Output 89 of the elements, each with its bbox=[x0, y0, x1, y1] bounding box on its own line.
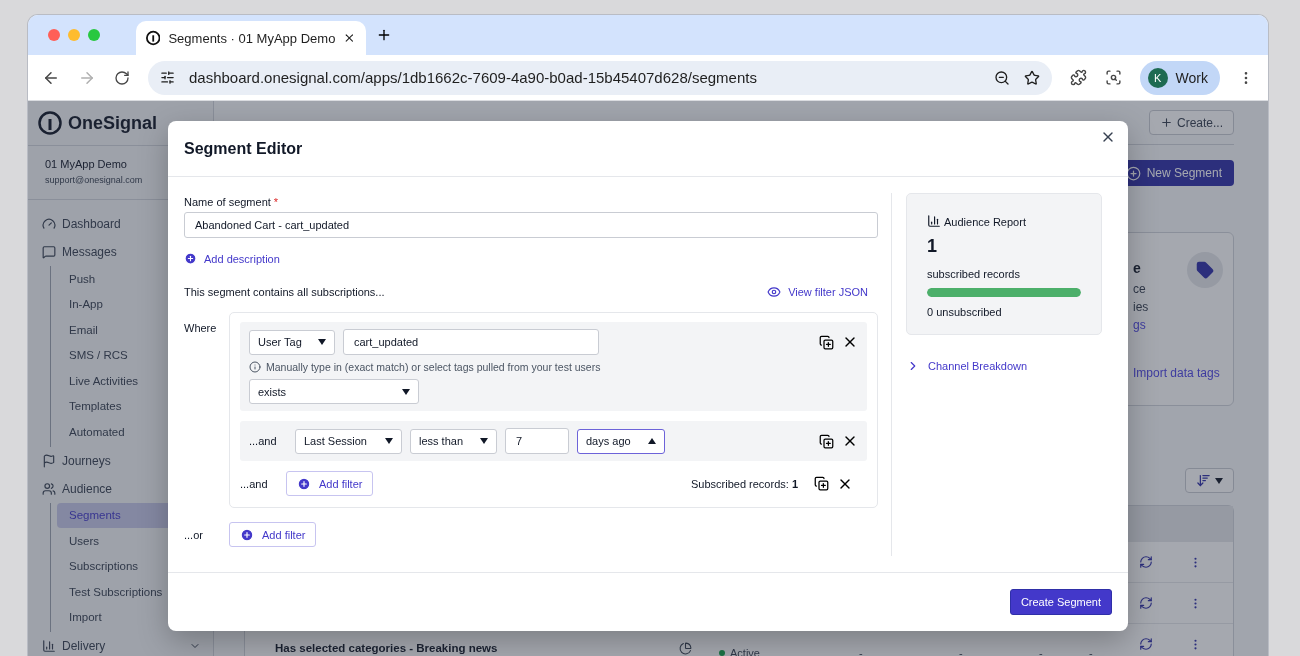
plus-circle-icon bbox=[240, 527, 254, 542]
create-segment-button[interactable]: Create Segment bbox=[1009, 589, 1112, 615]
address-bar[interactable]: dashboard.onesignal.com/apps/1db1662c-7609-4a90-b0ad-15b45407d628/segments bbox=[148, 60, 1052, 95]
field-label: Name of segment bbox=[184, 196, 271, 208]
dropdown[interactable]: Last Session bbox=[295, 428, 402, 454]
plus-circle-icon bbox=[297, 476, 311, 491]
unsubscribed-label: 0 unsubscribed bbox=[927, 306, 1003, 318]
refresh-icon[interactable] bbox=[1139, 555, 1153, 569]
report-title: Audience Report bbox=[944, 216, 1026, 228]
status-dot bbox=[719, 650, 725, 656]
account-email: support@onesignal.com bbox=[45, 175, 144, 185]
profile-button[interactable]: K Work bbox=[1139, 60, 1220, 95]
browser-tab[interactable]: Segments · 01 MyApp Demo bbox=[136, 21, 366, 55]
pie-icon bbox=[679, 641, 692, 655]
sidebar-item[interactable]: Journeys bbox=[42, 446, 213, 475]
hint-text: Manually type in (exact match) or select tags pulled from your test users bbox=[266, 361, 601, 373]
channel-breakdown-toggle[interactable]: Channel Breakdown bbox=[906, 359, 1102, 373]
plus-icon bbox=[1159, 116, 1173, 129]
table-cell-text: - bbox=[1039, 647, 1044, 656]
eye-icon bbox=[767, 285, 782, 299]
count-label: subscribed records bbox=[927, 268, 1021, 280]
nav-icon bbox=[42, 245, 56, 259]
duplicate-icon[interactable] bbox=[819, 334, 834, 350]
bookmark-star-icon[interactable] bbox=[1023, 69, 1040, 86]
conjunction-label: ...and bbox=[249, 435, 278, 447]
refresh-icon[interactable] bbox=[1139, 637, 1153, 651]
nav-icon bbox=[42, 481, 56, 496]
card-title: e bbox=[1133, 260, 1141, 276]
bar-chart-icon bbox=[927, 214, 941, 228]
sort-button[interactable] bbox=[1185, 468, 1234, 493]
caret-icon bbox=[385, 438, 393, 444]
card-text: ce bbox=[1133, 282, 1147, 296]
sidebar-item[interactable]: Audience bbox=[42, 474, 213, 503]
create-button[interactable]: Create... bbox=[1148, 110, 1234, 135]
extensions-icon[interactable] bbox=[1069, 69, 1087, 86]
caret-icon bbox=[480, 438, 488, 444]
segment-name-field[interactable]: Abandoned Cart - cart_updated bbox=[184, 212, 878, 238]
where-label: Where bbox=[184, 322, 218, 334]
nav-icon bbox=[42, 453, 56, 468]
table-cell-text: - bbox=[859, 647, 864, 656]
reload-icon[interactable] bbox=[114, 69, 130, 86]
info-icon bbox=[249, 361, 261, 373]
caret-icon bbox=[1215, 477, 1223, 484]
nav-icon bbox=[42, 639, 56, 653]
tag-icon bbox=[1187, 252, 1223, 288]
value-field[interactable]: 7 bbox=[505, 428, 569, 454]
close-icon[interactable] bbox=[343, 31, 356, 45]
site-settings-icon[interactable] bbox=[160, 70, 175, 85]
sort-icon bbox=[1196, 473, 1211, 488]
brand-logo-icon bbox=[38, 111, 62, 135]
table-cell-text: Has selected categories - Breaking news bbox=[275, 642, 499, 654]
card-text: ies bbox=[1133, 300, 1150, 314]
conjunction-label: ...and bbox=[240, 477, 269, 490]
table-cell-text: - bbox=[959, 647, 964, 656]
avatar: K bbox=[1147, 67, 1168, 88]
nav-icon bbox=[42, 217, 56, 231]
duplicate-icon[interactable] bbox=[814, 476, 829, 491]
tag-key-field[interactable]: cart_updated bbox=[343, 329, 599, 355]
card-link[interactable]: gs bbox=[1133, 318, 1223, 332]
table-cell-text: - bbox=[1089, 647, 1094, 656]
view-json-link[interactable]: View filter JSON bbox=[767, 285, 868, 299]
records-count: Subscribed records: 1 bbox=[691, 477, 798, 490]
caret-icon bbox=[402, 388, 410, 395]
app-name: 01 MyApp Demo bbox=[45, 158, 128, 170]
brand-name: OneSignal bbox=[68, 112, 157, 134]
new-tab-icon[interactable] bbox=[376, 27, 392, 43]
import-link[interactable]: Import data tags bbox=[1133, 366, 1223, 380]
add-filter-button[interactable]: Add filter bbox=[229, 522, 317, 547]
subscribed-count: 1 bbox=[927, 236, 938, 257]
duplicate-icon[interactable] bbox=[819, 433, 834, 449]
sidebar-item[interactable]: Delivery bbox=[42, 632, 213, 656]
site-logo-icon bbox=[146, 30, 161, 46]
dropdown[interactable]: less than bbox=[410, 428, 497, 454]
description-text: This segment contains all subscriptions... bbox=[184, 286, 385, 298]
zoom-icon[interactable] bbox=[993, 69, 1010, 86]
dropdown[interactable]: days ago bbox=[577, 428, 665, 454]
dropdown[interactable]: exists bbox=[249, 379, 419, 404]
dropdown[interactable]: User Tag bbox=[249, 329, 335, 355]
add-filter-button[interactable]: Add filter bbox=[286, 471, 374, 496]
add-description-link[interactable]: Add description bbox=[184, 252, 280, 265]
conjunction-label: ...or bbox=[184, 528, 204, 541]
refresh-icon[interactable] bbox=[1139, 596, 1153, 610]
caret-icon bbox=[648, 438, 656, 444]
required-mark: * bbox=[273, 196, 279, 208]
profile-name: Work bbox=[1175, 69, 1208, 86]
caret-icon bbox=[318, 339, 326, 345]
plus-circle-icon bbox=[184, 252, 197, 265]
dialog-title: Segment Editor bbox=[184, 140, 303, 158]
search-icon[interactable] bbox=[1104, 69, 1122, 86]
